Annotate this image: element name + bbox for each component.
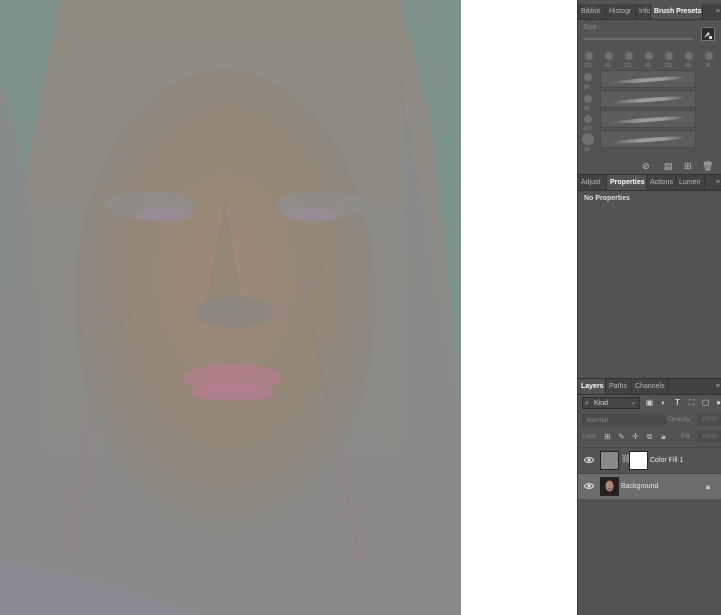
tab-paths[interactable]: Paths [606,379,632,394]
brush-size-value: 251 [584,63,593,69]
brush-size-value: 94 [584,106,590,112]
panel-menu-icon[interactable]: ≡ [716,379,720,395]
tab-lumenzia[interactable]: Lumen [676,175,705,190]
brush-preset-tip[interactable] [584,73,592,81]
new-brush-button[interactable] [701,27,715,41]
lock-label: Lock: [582,433,598,440]
adjustment-filter-icon[interactable]: ◐ [659,398,668,407]
filter-toggle-icon[interactable]: ● [714,398,721,407]
brush-preset-tip[interactable] [645,52,653,60]
tab-brush-presets[interactable]: Brush Presets [651,4,703,19]
eye-icon[interactable] [584,456,594,464]
layers-tab-bar: Layers Paths Channels ≡ [578,379,721,395]
lock-position-icon[interactable]: ✛ [631,432,640,442]
toggle-brush-panel-icon[interactable]: ⊘ [642,161,650,171]
brush-stroke-preview[interactable] [600,130,696,148]
fill-field[interactable]: 100% [697,431,721,443]
layers-panel: Layers Paths Channels ≡ ⌕ Kind ⌄ ▣ ◐ T ⛶… [578,378,721,615]
brush-options-icon [704,32,712,39]
brush-size-value: 92 [605,63,611,69]
tab-histogram[interactable]: Histogr [606,4,636,19]
top-tab-bar: Bibliot Histogr Info Brush Presets ≡ [578,4,721,20]
brush-preset-tip[interactable] [705,52,713,60]
brush-size-value: 211 [624,63,632,69]
tab-actions[interactable]: Actions [647,175,676,190]
blend-row: Normal Opacity: 100% [581,414,721,426]
photoshop-window: Bibliot Histogr Info Brush Presets ≡ Siz… [0,0,721,615]
brush-size-value: 423 [583,126,592,132]
brush-preset-tip[interactable] [605,52,613,60]
lock-row: Lock: ⊞ ✎ ✛ ⧉ 🔒︎ Fill: 100% [581,431,721,443]
trash-icon[interactable]: 🗑 [702,161,713,171]
kind-label: Kind [594,400,609,407]
smart-object-filter-icon[interactable]: ▢ [701,398,710,407]
eye-icon[interactable] [584,482,594,490]
lock-transparent-icon[interactable]: ⊞ [603,432,612,442]
tab-layers[interactable]: Layers [578,379,606,394]
brush-size-value: 95 [685,63,691,69]
panel-menu-icon[interactable]: ≡ [716,175,720,191]
layer-row-color-fill[interactable]: ⛓ Color Fill 1 [578,447,721,473]
blend-mode-select[interactable]: Normal [582,414,665,426]
brush-preset-tip[interactable] [585,52,593,60]
tab-info[interactable]: Info [636,4,651,19]
brush-preset-tip[interactable] [625,52,633,60]
tab-adjustments[interactable]: Adjust [578,175,607,190]
background-thumbnail[interactable] [600,477,619,496]
tab-libraries[interactable]: Bibliot [578,4,606,19]
tab-properties[interactable]: Properties [607,175,647,190]
layer-mask-thumbnail[interactable] [629,451,648,470]
mid-tab-bar: Adjust Properties Actions Lumen ≡ [578,175,721,191]
kind-filter-select[interactable]: ⌕ Kind ⌄ [582,397,640,409]
brush-size-value: 90 [584,85,590,91]
fill-color-thumbnail[interactable] [600,451,619,470]
brush-preset-tip[interactable] [582,133,594,145]
layer-name[interactable]: Color Fill 1 [650,448,683,474]
brush-stroke-preview[interactable] [600,110,696,128]
panel-menu-icon[interactable]: ≡ [716,4,720,20]
brush-size-value: 93 [645,63,651,69]
brush-size-value: 95 [705,63,711,69]
lock-icon: 🔒︎ [705,482,710,491]
layer-row-background[interactable]: Background 🔒︎ [578,473,721,499]
tab-channels[interactable]: Channels [632,379,668,394]
document-canvas[interactable] [0,0,461,615]
chevron-down-icon: ⌄ [630,400,636,406]
lock-all-icon[interactable]: 🔒︎ [659,432,668,442]
opacity-field[interactable]: 100% [697,414,721,426]
brush-preset-tip[interactable] [685,52,693,60]
lock-artboard-icon[interactable]: ⧉ [645,432,654,442]
brush-size-value: 90 [584,147,590,153]
brush-size-value: 215 [664,63,673,69]
layer-name[interactable]: Background [621,474,658,500]
right-panel-dock: Bibliot Histogr Info Brush Presets ≡ Siz… [577,0,721,615]
type-filter-icon[interactable]: T [673,398,682,407]
shape-filter-icon[interactable]: ⛶ [687,398,696,407]
brush-preset-tip[interactable] [665,52,673,60]
size-label: Size: [583,24,599,31]
opacity-label: Opacity: [668,416,692,423]
brush-stroke-preview[interactable] [600,70,696,88]
size-slider[interactable] [583,38,693,40]
fill-label: Fill: [681,433,692,440]
brush-stroke-preview[interactable] [600,90,696,108]
search-icon: ⌕ [585,400,589,407]
brush-preset-tip[interactable] [584,115,592,123]
lock-paint-icon[interactable]: ✎ [617,432,626,442]
brush-footer: ⊘ ▤ ⊞ 🗑 [578,158,721,174]
new-preset-icon[interactable]: ⊞ [684,161,692,171]
properties-panel: Adjust Properties Actions Lumen ≡ No Pro… [578,174,721,379]
brush-list-icon[interactable]: ▤ [664,161,673,171]
no-properties-text: No Properties [584,195,630,202]
portrait-thumbnail-image [601,478,618,495]
pixel-filter-icon[interactable]: ▣ [645,398,654,407]
brush-presets-panel: Bibliot Histogr Info Brush Presets ≡ Siz… [578,0,721,174]
layer-filter-row: ⌕ Kind ⌄ ▣ ◐ T ⛶ ▢ ● [581,396,721,410]
canvas-image [0,0,461,615]
brush-preset-tip[interactable] [584,95,592,103]
